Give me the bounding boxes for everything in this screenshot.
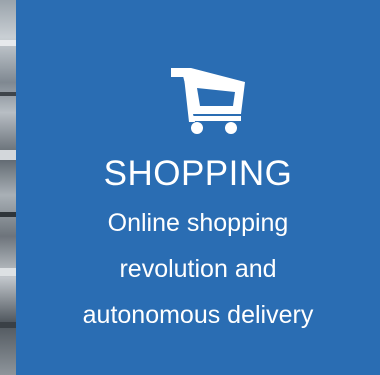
shopping-tile-frame: SHOPPING Online shopping revolution and … (0, 0, 380, 375)
description-line: Online shopping (107, 209, 289, 237)
shopping-tile[interactable]: SHOPPING Online shopping revolution and … (16, 0, 380, 375)
tile-description: Online shopping revolution and autonomou… (16, 200, 380, 338)
background-photo-strip (0, 0, 16, 375)
shopping-cart-icon (171, 68, 245, 134)
description-line: revolution and (119, 255, 277, 283)
description-line: autonomous delivery (82, 301, 314, 329)
tile-title: SHOPPING (103, 154, 293, 193)
